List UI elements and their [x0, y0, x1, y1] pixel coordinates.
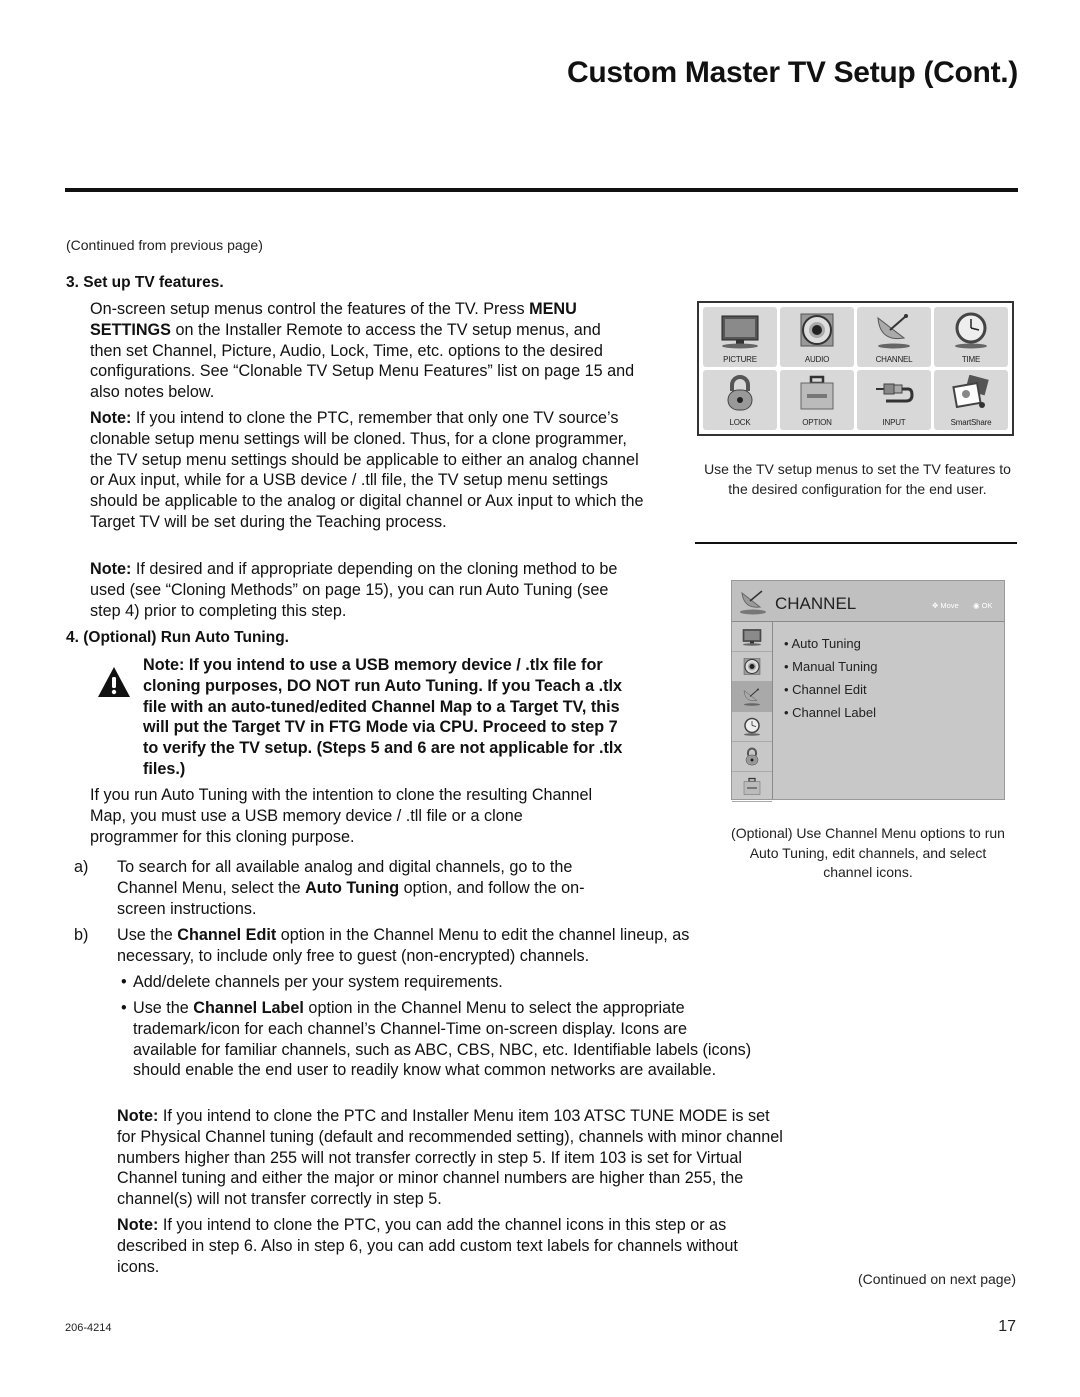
channel-menu-item[interactable]: • Channel Edit — [784, 682, 877, 705]
menu-tile-input[interactable]: INPUT — [857, 370, 931, 430]
warning-icon — [98, 667, 130, 697]
move-hint: ✥ Move — [932, 601, 959, 610]
clock-icon — [744, 717, 760, 736]
step-4-paragraph: If you run Auto Tuning with the intentio… — [90, 786, 593, 846]
step-3-note-1: Note: If you intend to clone the PTC, re… — [90, 408, 646, 533]
media-icon — [952, 375, 989, 409]
satellite-dish-icon — [743, 688, 760, 706]
emphasized-term: Channel Edit — [177, 926, 277, 944]
move-arrows-icon: ✥ — [932, 601, 939, 610]
menu-tile-picture[interactable]: PICTURE — [703, 307, 777, 367]
menu-tile-lock[interactable]: LOCK — [703, 370, 777, 430]
satellite-dish-icon — [740, 590, 766, 615]
channel-sidebar-item[interactable] — [732, 682, 772, 712]
satellite-dish-icon — [877, 314, 910, 349]
step-4-heading: 4. (Optional) Run Auto Tuning. — [66, 629, 289, 646]
clock-icon — [955, 312, 987, 349]
menu-tile-smartshare[interactable]: SmartShare — [934, 370, 1008, 430]
text-run: Use the — [117, 926, 178, 944]
note-text: If you intend to clone the PTC, you can … — [117, 1216, 738, 1276]
continued-from-note: (Continued from previous page) — [66, 237, 263, 253]
padlock-icon — [745, 747, 759, 765]
note-text: If desired and if appropriate depending … — [90, 560, 618, 620]
text-run: on the Installer Remote to access the TV… — [90, 320, 635, 402]
speaker-icon — [800, 313, 834, 347]
sidebar-divider — [695, 542, 1017, 544]
page-number: 17 — [998, 1318, 1016, 1335]
text-run: Use the — [133, 999, 194, 1017]
bullet-item: • Add/delete channels per your system req… — [121, 972, 753, 993]
menu-tile-label: OPTION — [802, 418, 832, 427]
menu-tile-label: SmartShare — [950, 418, 992, 427]
menu-tile-audio[interactable]: AUDIO — [780, 307, 854, 367]
channel-sidebar-item[interactable] — [732, 652, 772, 682]
note-label: Note: — [117, 1216, 159, 1234]
ok-hint: ◉ OK — [973, 601, 993, 610]
menu-tile-label: INPUT — [882, 418, 906, 427]
page-title: Custom Master TV Setup (Cont.) — [566, 56, 1018, 89]
ok-button-icon: ◉ — [973, 601, 980, 610]
bullet-text: Use the Channel Label option in the Chan… — [133, 999, 751, 1079]
header-divider — [65, 188, 1018, 192]
channel-sidebar-item[interactable] — [732, 772, 772, 802]
note-label: Note: — [90, 409, 132, 427]
menu-tile-label: PICTURE — [723, 355, 757, 364]
menu-tile-channel[interactable]: CHANNEL — [857, 307, 931, 367]
document-number: 206-4214 — [65, 1322, 112, 1334]
tv-icon — [721, 315, 759, 349]
step-4-warning: Note: If you intend to use a USB memory … — [143, 656, 623, 778]
channel-sidebar-item[interactable] — [732, 712, 772, 742]
step-4-note-3: Note: If you intend to clone the PTC and… — [117, 1106, 789, 1210]
emphasized-term: Auto Tuning — [305, 878, 400, 897]
toolbox-icon — [743, 777, 761, 795]
menu-tile-label: AUDIO — [804, 355, 830, 364]
cable-plug-icon — [876, 383, 914, 403]
menu-tile-time[interactable]: TIME — [934, 307, 1008, 367]
bullet-text: Add/delete channels per your system requ… — [133, 973, 503, 991]
note-text: If you intend to clone the PTC, remember… — [90, 409, 644, 531]
channel-menu-sidebar — [732, 622, 773, 802]
channel-menu-caption: (Optional) Use Channel Menu options to r… — [731, 825, 1005, 880]
item-b-text: Use the Channel Edit option in the Chann… — [117, 925, 757, 967]
step-3-note-2: Note: If desired and if appropriate depe… — [90, 559, 635, 621]
note-label: Note: — [90, 560, 132, 578]
menu-tile-label: CHANNEL — [875, 355, 913, 364]
bullet-glyph: • — [121, 999, 127, 1017]
menu-tile-option[interactable]: OPTION — [780, 370, 854, 430]
toolbox-icon — [800, 375, 834, 410]
tv-icon — [742, 628, 762, 646]
channel-menu-header: CHANNEL ✥ Move ◉ OK — [732, 581, 1004, 622]
tv-setup-menu-figure: PICTURE AUDIO CHANNEL TIME LOCK OPTION INPUT Sm… — [697, 301, 1014, 436]
note-text: If you intend to clone the PTC and Insta… — [117, 1107, 783, 1209]
text-run: On-screen setup menus control the featur… — [90, 300, 530, 318]
padlock-icon — [727, 375, 753, 411]
channel-sidebar-item[interactable] — [732, 622, 772, 652]
channel-menu-item[interactable]: • Auto Tuning — [784, 636, 877, 659]
channel-menu-title: CHANNEL — [775, 594, 857, 613]
menu-tile-label: TIME — [961, 355, 981, 364]
channel-menu-figure: CHANNEL ✥ Move ◉ OK • Auto Tuning • Manua… — [731, 580, 1005, 802]
speaker-icon — [743, 657, 761, 675]
step-3-heading: 3. Set up TV features. — [66, 274, 224, 291]
item-a-text: To search for all available analog and d… — [117, 857, 617, 919]
bullet-item: • Use the Channel Label option in the Cha… — [121, 998, 755, 1081]
note-label: Note: — [117, 1107, 159, 1125]
step-3-paragraph: On-screen setup menus control the featur… — [90, 299, 635, 403]
channel-menu-items: • Auto Tuning • Manual Tuning • Channel Ed… — [784, 636, 877, 728]
continued-next-note: (Continued on next page) — [858, 1271, 1016, 1287]
menu-tile-label: LOCK — [729, 418, 751, 427]
emphasized-term: Channel Label — [193, 999, 304, 1017]
channel-sidebar-item[interactable] — [732, 742, 772, 772]
step-4-note-4: Note: If you intend to clone the PTC, yo… — [117, 1215, 777, 1277]
channel-menu-item[interactable]: • Manual Tuning — [784, 659, 877, 682]
channel-menu-item[interactable]: • Channel Label — [784, 705, 877, 728]
menu-figure-caption: Use the TV setup menus to set the TV fea… — [704, 461, 1011, 497]
item-a-marker: a) — [74, 858, 89, 876]
item-b-marker: b) — [74, 926, 89, 944]
bullet-glyph: • — [121, 973, 127, 991]
